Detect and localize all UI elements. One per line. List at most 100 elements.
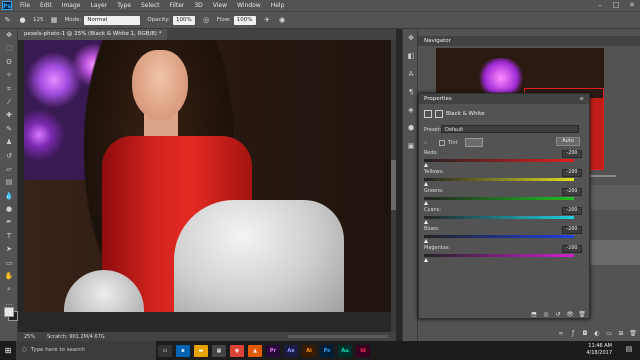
menu-layer[interactable]: Layer: [90, 2, 107, 9]
history-icon[interactable]: ✥: [403, 29, 419, 47]
slider-value[interactable]: -200: [562, 188, 582, 196]
clip-to-layer-icon[interactable]: ⬒: [529, 311, 539, 318]
blur-icon[interactable]: 💧: [0, 190, 18, 203]
menu-filter[interactable]: Filter: [170, 2, 185, 9]
clone-stamp-icon[interactable]: ♟: [0, 136, 18, 149]
add-mask-icon[interactable]: ◘: [580, 330, 590, 337]
zoom-icon[interactable]: ⌕: [0, 283, 18, 296]
quick-select-icon[interactable]: ✧: [0, 69, 18, 82]
taskbar-app-2[interactable]: Ai: [302, 344, 316, 357]
healing-icon[interactable]: ✚: [0, 109, 18, 122]
task-view-icon[interactable]: ▭: [158, 344, 172, 357]
slider-knob[interactable]: [424, 220, 428, 224]
type-icon[interactable]: T: [0, 230, 18, 243]
slider-track[interactable]: [424, 178, 574, 181]
eyedropper-icon[interactable]: ⁄: [0, 96, 18, 109]
slider-value[interactable]: -200: [562, 245, 582, 253]
character-icon[interactable]: A: [403, 65, 419, 83]
scratch-info[interactable]: Scratch: 901.2M/4.67G: [47, 334, 105, 340]
menu-file[interactable]: File: [20, 2, 30, 9]
brush-panel-icon[interactable]: ▦: [50, 16, 59, 25]
opacity-field[interactable]: 100%: [172, 15, 195, 25]
slider-knob[interactable]: [424, 239, 428, 243]
menu-view[interactable]: View: [213, 2, 227, 9]
crop-icon[interactable]: ⌗: [0, 83, 18, 96]
preset-select[interactable]: Default: [441, 125, 579, 133]
mask-icon[interactable]: [435, 110, 443, 118]
properties-icon[interactable]: ▣: [403, 137, 419, 155]
menu-edit[interactable]: Edit: [40, 2, 52, 9]
menu-window[interactable]: Window: [237, 2, 261, 9]
brush-preset-icon[interactable]: ●: [18, 16, 27, 25]
flow-field[interactable]: 100%: [233, 15, 256, 25]
taskbar-search[interactable]: ○ Type here to search: [16, 341, 156, 360]
brush-tool-icon[interactable]: ✎: [3, 16, 12, 25]
paragraph-icon[interactable]: ¶: [403, 83, 419, 101]
marquee-icon[interactable]: ⬚: [0, 42, 18, 55]
maximize-icon[interactable]: □: [608, 0, 624, 11]
gradient-icon[interactable]: ▤: [0, 176, 18, 189]
trash-icon[interactable]: 🗑: [577, 311, 587, 318]
adjustments-icon[interactable]: ◧: [403, 47, 419, 65]
foreground-color-swatch[interactable]: [4, 307, 14, 317]
notifications-icon[interactable]: ▤: [624, 345, 634, 355]
slider-knob[interactable]: [424, 163, 428, 167]
new-layer-icon[interactable]: ⊞: [616, 330, 626, 337]
pen-icon[interactable]: ✒: [0, 216, 18, 229]
view-previous-icon[interactable]: ◎: [541, 311, 551, 318]
brush-settings-icon[interactable]: ⬢: [403, 119, 419, 137]
photo-canvas[interactable]: [24, 40, 392, 312]
taskbar-app-1[interactable]: Ae: [284, 344, 298, 357]
brush-icon[interactable]: ✎: [0, 123, 18, 136]
hand-icon[interactable]: ✋: [0, 270, 18, 283]
panel-menu-icon[interactable]: ≡: [579, 94, 584, 104]
airbrush-icon[interactable]: ✈: [263, 16, 272, 25]
horizontal-scrollbar[interactable]: [288, 335, 388, 338]
slider-value[interactable]: -200: [562, 150, 582, 158]
minimize-icon[interactable]: –: [592, 0, 608, 11]
store-icon[interactable]: ▦: [212, 344, 226, 357]
vertical-scrollbar[interactable]: [391, 40, 396, 332]
file-explorer-icon[interactable]: ▬: [194, 344, 208, 357]
3d-icon[interactable]: ◈: [403, 101, 419, 119]
targeted-adjust-icon[interactable]: ☝: [424, 140, 427, 146]
windows-start-icon[interactable]: ⊞: [0, 346, 16, 355]
slider-track[interactable]: [424, 216, 574, 219]
path-select-icon[interactable]: ➤: [0, 243, 18, 256]
slider-track[interactable]: [424, 159, 574, 162]
slider-value[interactable]: -200: [562, 226, 582, 234]
close-icon[interactable]: ✕: [624, 0, 640, 11]
slider-track[interactable]: [424, 254, 574, 257]
history-brush-icon[interactable]: ↺: [0, 150, 18, 163]
auto-button[interactable]: Auto: [556, 137, 580, 146]
tint-checkbox[interactable]: [439, 139, 446, 146]
edge-icon[interactable]: e: [176, 344, 190, 357]
document-tab[interactable]: pexels-photo-1 @ 25% (Black & White 1, R…: [18, 29, 168, 40]
properties-title[interactable]: Properties: [424, 94, 452, 104]
menu-help[interactable]: Help: [271, 2, 285, 9]
zoom-level[interactable]: 25%: [24, 334, 35, 340]
tint-color-swatch[interactable]: [465, 138, 484, 147]
taskbar-app-4[interactable]: Au: [338, 344, 352, 357]
navigator-title[interactable]: Navigator: [424, 36, 451, 46]
system-clock[interactable]: 11:46 AM 4/18/2017: [586, 343, 612, 357]
fx-icon[interactable]: ƒ: [568, 330, 578, 337]
visibility-icon[interactable]: 👁: [565, 311, 575, 318]
delete-layer-icon[interactable]: 🗑: [628, 330, 638, 337]
brush-size[interactable]: 125: [33, 17, 44, 23]
link-icon[interactable]: ∞: [556, 330, 566, 337]
slider-knob[interactable]: [424, 201, 428, 205]
move-icon[interactable]: ✥: [0, 29, 18, 42]
pressure-size-icon[interactable]: ◉: [278, 16, 287, 25]
vlc-icon[interactable]: ▲: [248, 344, 262, 357]
taskbar-app-5[interactable]: Id: [356, 344, 370, 357]
new-adjustment-icon[interactable]: ◐: [592, 330, 602, 337]
menu-3d[interactable]: 3D: [194, 2, 202, 9]
menu-select[interactable]: Select: [141, 2, 160, 9]
new-group-icon[interactable]: ▭: [604, 330, 614, 337]
shape-icon[interactable]: ▭: [0, 257, 18, 270]
eraser-icon[interactable]: ▱: [0, 163, 18, 176]
slider-knob[interactable]: [424, 182, 428, 186]
menu-image[interactable]: Image: [62, 2, 81, 9]
taskbar-app-0[interactable]: Pr: [266, 344, 280, 357]
